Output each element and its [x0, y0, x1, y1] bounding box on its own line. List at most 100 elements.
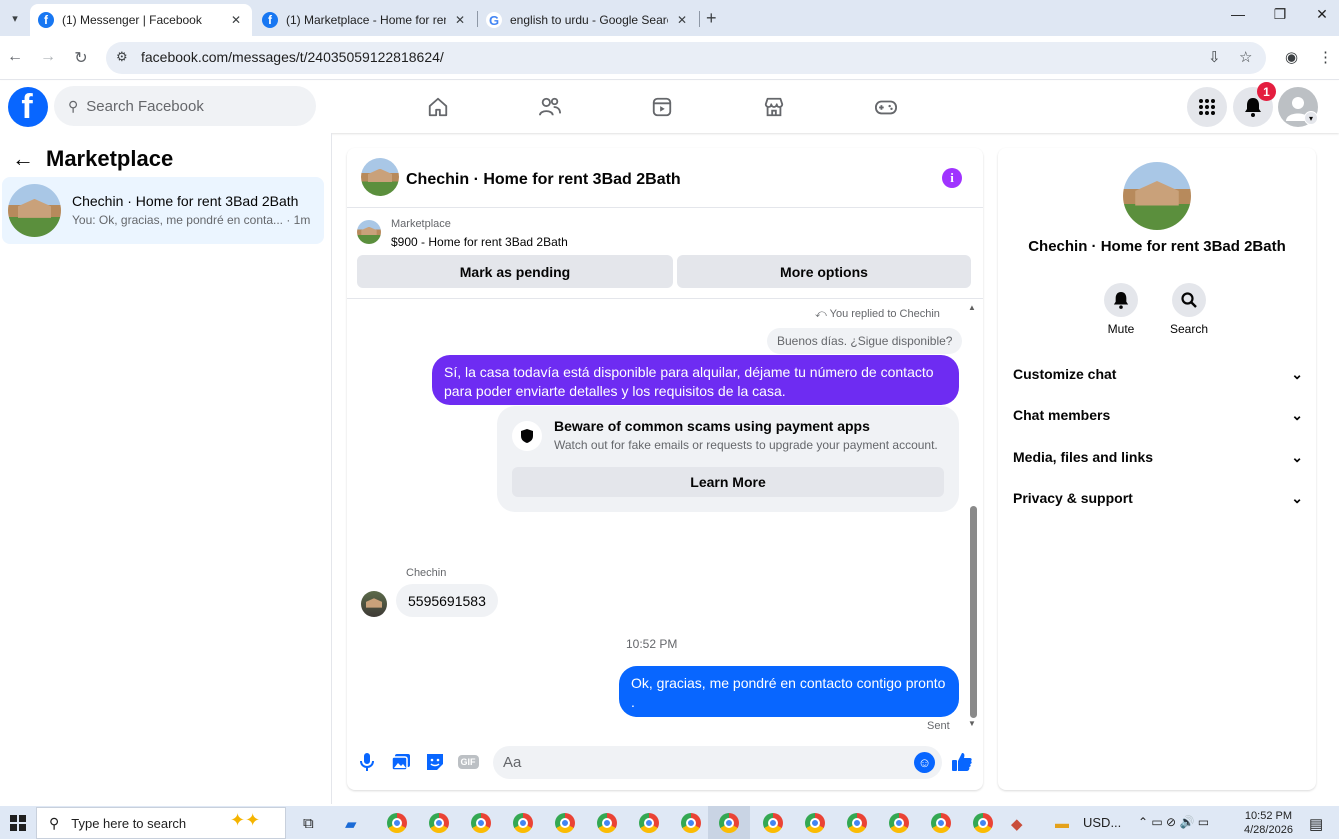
- mute-button[interactable]: [1104, 283, 1138, 317]
- notification-badge: 1: [1257, 82, 1276, 101]
- sticker-icon[interactable]: [424, 751, 446, 773]
- facebook-favicon-icon: f: [262, 12, 278, 28]
- like-thumbs-up-icon[interactable]: [951, 751, 973, 773]
- emoji-icon[interactable]: ☺: [914, 752, 935, 773]
- chat-title[interactable]: Chechin · Home for rent 3Bad 2Bath: [406, 171, 681, 189]
- search-conversation-button[interactable]: [1172, 283, 1206, 317]
- section-label: Chat members: [1013, 407, 1111, 423]
- chrome-app-icon[interactable]: [889, 813, 909, 833]
- scrollbar-thumb[interactable]: [970, 506, 977, 718]
- facebook-logo-icon[interactable]: f: [8, 87, 48, 127]
- close-tab-icon[interactable]: ✕: [674, 13, 690, 27]
- video-icon[interactable]: [649, 94, 675, 120]
- chrome-app-icon[interactable]: [597, 813, 617, 833]
- mark-as-pending-button[interactable]: Mark as pending: [357, 255, 673, 288]
- notification-center-icon[interactable]: ▤: [1309, 815, 1323, 833]
- bookmark-star-icon[interactable]: ☆: [1239, 48, 1252, 66]
- search-icon: ⚲: [68, 97, 79, 114]
- learn-more-button[interactable]: Learn More: [512, 467, 944, 497]
- chrome-app-icon[interactable]: [847, 813, 867, 833]
- chevron-down-icon[interactable]: ▾: [1304, 111, 1318, 125]
- media-files-links-row[interactable]: Media, files and links ⌄: [1013, 447, 1303, 467]
- taskbar-clock[interactable]: 10:52 PM 4/28/2026: [1244, 809, 1293, 837]
- sparkle-icon[interactable]: ✦✦: [230, 810, 260, 831]
- forward-icon[interactable]: →: [38, 48, 58, 66]
- task-view-icon[interactable]: ⧉: [303, 815, 314, 832]
- close-tab-icon[interactable]: ✕: [452, 13, 468, 27]
- shield-icon: [512, 421, 542, 451]
- file-explorer-icon[interactable]: ▰: [345, 815, 357, 833]
- system-tray-icons[interactable]: ⌃ ▭ ⊘ 🔊 ▭: [1138, 815, 1209, 829]
- chrome-app-icon[interactable]: [513, 813, 533, 833]
- reload-icon[interactable]: ↻: [71, 48, 91, 68]
- sender-avatar[interactable]: [361, 591, 387, 617]
- stock-ticker-icon[interactable]: ▬: [1055, 815, 1069, 831]
- tab-messenger[interactable]: f (1) Messenger | Facebook ✕: [30, 4, 252, 36]
- gif-label: GIF: [457, 755, 479, 769]
- details-name: Chechin · Home for rent 3Bad 2Bath: [1028, 238, 1286, 255]
- tab-title: (1) Marketplace - Home for ren: [286, 13, 446, 27]
- chrome-menu-icon[interactable]: ⋮: [1318, 48, 1333, 66]
- facebook-favicon-icon: f: [38, 12, 54, 28]
- chrome-app-icon[interactable]: [681, 813, 701, 833]
- chrome-app-icon[interactable]: [763, 813, 783, 833]
- chrome-app-icon[interactable]: [973, 813, 993, 833]
- scroll-down-icon[interactable]: ▼: [968, 719, 976, 728]
- chrome-app-icon[interactable]: [931, 813, 951, 833]
- gif-icon[interactable]: GIF: [457, 751, 479, 773]
- weather-text[interactable]: USD...: [1083, 815, 1121, 830]
- info-icon[interactable]: i: [942, 168, 962, 188]
- url-text[interactable]: facebook.com/messages/t/2403505912281862…: [141, 49, 444, 65]
- home-icon[interactable]: [425, 94, 451, 120]
- clock-time: 10:52 PM: [1244, 810, 1293, 822]
- photo-icon[interactable]: [390, 751, 412, 773]
- marketplace-icon[interactable]: [761, 94, 787, 120]
- outgoing-message[interactable]: Ok, gracias, me pondré en contacto conti…: [619, 666, 959, 717]
- menu-grid-button[interactable]: [1187, 87, 1227, 127]
- quoted-message[interactable]: Buenos días. ¿Sigue disponible?: [767, 328, 963, 354]
- friends-icon[interactable]: [537, 94, 563, 120]
- incoming-message[interactable]: 5595691583: [396, 584, 498, 617]
- close-tab-icon[interactable]: ✕: [228, 13, 244, 27]
- install-app-icon[interactable]: ⇩: [1208, 48, 1221, 66]
- close-window-icon[interactable]: ✕: [1312, 6, 1332, 23]
- details-avatar[interactable]: [1123, 162, 1191, 230]
- section-label: Media, files and links: [1013, 449, 1154, 465]
- minimize-icon[interactable]: —: [1228, 6, 1248, 22]
- chat-avatar[interactable]: [361, 158, 399, 196]
- new-tab-icon[interactable]: +: [706, 8, 717, 29]
- scroll-up-icon[interactable]: ▲: [968, 303, 976, 312]
- restore-icon[interactable]: ❐: [1270, 6, 1290, 23]
- back-arrow-icon[interactable]: ←: [12, 146, 34, 172]
- gaming-icon[interactable]: [873, 94, 899, 120]
- chrome-app-icon[interactable]: [471, 813, 491, 833]
- chrome-app-icon[interactable]: [639, 813, 659, 833]
- tab-title: english to urdu - Google Searc: [510, 13, 668, 27]
- tab-google-search[interactable]: G english to urdu - Google Searc ✕: [478, 4, 698, 36]
- listing-title[interactable]: $900 - Home for rent 3Bad 2Bath: [391, 235, 568, 249]
- profile-icon[interactable]: ◉: [1285, 48, 1298, 66]
- outgoing-message[interactable]: Sí, la casa todavía está disponible para…: [432, 355, 959, 405]
- chat-members-row[interactable]: Chat members ⌄: [1013, 405, 1303, 425]
- back-icon[interactable]: ←: [5, 48, 25, 66]
- chrome-app-icon[interactable]: [429, 813, 449, 833]
- chrome-app-icon[interactable]: [805, 813, 825, 833]
- facebook-search-input[interactable]: ⚲ Search Facebook: [54, 86, 316, 126]
- chrome-app-icon[interactable]: [555, 813, 575, 833]
- tab-marketplace[interactable]: f (1) Marketplace - Home for ren ✕: [254, 4, 476, 36]
- privacy-support-row[interactable]: Privacy & support ⌄: [1013, 488, 1303, 508]
- message-input[interactable]: [493, 746, 942, 779]
- chrome-app-icon[interactable]: [387, 813, 407, 833]
- listing-thumbnail[interactable]: [357, 220, 381, 244]
- microphone-icon[interactable]: [356, 751, 378, 773]
- customize-chat-row[interactable]: Customize chat ⌄: [1013, 364, 1303, 384]
- search-label: Search: [1169, 322, 1209, 336]
- site-settings-icon[interactable]: ⚙: [116, 49, 128, 65]
- more-options-button[interactable]: More options: [677, 255, 971, 288]
- tab-search-dropdown-icon[interactable]: ▾: [6, 9, 24, 27]
- windows-start-icon[interactable]: [10, 815, 26, 831]
- reply-arrow-icon: ⤺: [815, 308, 830, 320]
- chrome-app-icon[interactable]: [719, 813, 739, 833]
- message-status: Sent: [927, 720, 950, 732]
- app-icon[interactable]: ◆: [1011, 815, 1023, 833]
